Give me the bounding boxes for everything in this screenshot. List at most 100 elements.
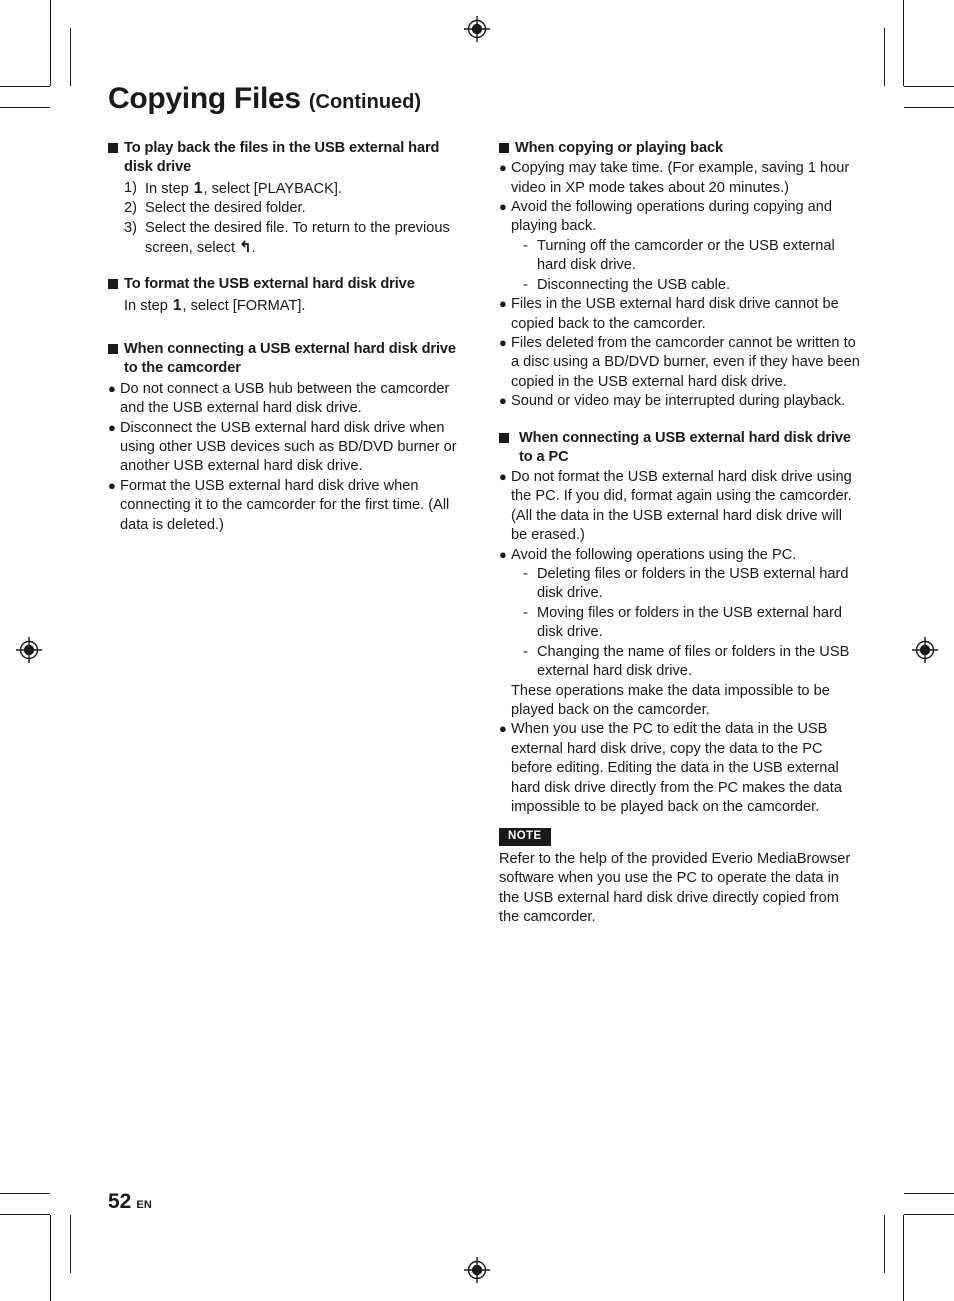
bullet-text: Avoid the following operations using the… <box>511 546 797 563</box>
crop-mark-top-left-outer <box>50 0 51 86</box>
square-bullet-icon <box>499 143 509 153</box>
crop-mark-top-left-inner <box>70 28 71 86</box>
bullet-text: Format the USB external hard disk drive … <box>120 477 450 533</box>
sub-item-text: Changing the name of files or folders in… <box>537 643 850 680</box>
bullet-text: Copying may take time. (For example, sav… <box>511 160 850 196</box>
dash-icon: - <box>523 643 528 660</box>
step-text-post: , select [PLAYBACK]. <box>203 180 342 197</box>
bullet-text: When you use the PC to edit the data in … <box>511 721 842 815</box>
dash-icon: - <box>523 237 528 254</box>
copying-sub-items: - Turning off the camcorder or the USB e… <box>511 237 860 295</box>
heading-text: To format the USB external hard disk dri… <box>124 276 415 293</box>
note-badge: NOTE <box>499 828 551 846</box>
bullet-dot-icon: ● <box>108 380 116 396</box>
square-bullet-icon <box>108 344 118 355</box>
registration-mark-left <box>16 637 42 663</box>
note-block: NOTE Refer to the help of the provided E… <box>499 826 860 927</box>
step-text: Select the desired folder. <box>145 200 306 217</box>
step-number: 3) <box>124 219 137 236</box>
format-instruction-pre: In step <box>124 297 172 314</box>
bullet-text: Do not format the USB external hard disk… <box>511 469 852 544</box>
step-text-pre: Select the desired file. To return to th… <box>145 219 450 256</box>
language-code: EN <box>136 1199 153 1211</box>
sub-item-text: Deleting files or folders in the USB ext… <box>537 566 849 602</box>
registration-mark-top <box>464 16 490 42</box>
step-text-post: . <box>251 239 256 256</box>
sub-item-text: Moving files or folders in the USB exter… <box>537 604 842 641</box>
crop-mark-bottom-right-outer <box>903 1215 904 1301</box>
list-item: - Moving files or folders in the USB ext… <box>523 604 860 643</box>
sub-item-text: Turning off the camcorder or the USB ext… <box>537 237 835 274</box>
list-item: - Deleting files or folders in the USB e… <box>523 565 860 604</box>
list-item: 2) Select the desired folder. <box>124 199 469 218</box>
right-column: When copying or playing back ● Copying m… <box>499 139 860 928</box>
list-item: ● Copying may take time. (For example, s… <box>499 159 860 198</box>
heading-text: When connecting a USB external hard disk… <box>519 429 851 465</box>
bullet-dot-icon: ● <box>499 546 507 562</box>
bullet-text: Avoid the following operations during co… <box>511 199 833 235</box>
crop-mark-top-right-outer-h <box>904 86 954 87</box>
list-item: 1) In step 1, select [PLAYBACK]. <box>124 179 469 200</box>
note-text: Refer to the help of the provided Everio… <box>499 850 851 926</box>
square-bullet-icon <box>499 432 509 443</box>
heading-copying-playing-back: When copying or playing back <box>499 139 860 158</box>
heading-text: When copying or playing back <box>515 140 724 156</box>
step-number: 2) <box>124 200 137 217</box>
dash-icon: - <box>523 276 528 293</box>
bullet-text: Do not connect a USB hub between the cam… <box>120 380 450 417</box>
pc-sub-items: - Deleting files or folders in the USB e… <box>511 565 860 681</box>
list-item: ● When you use the PC to edit the data i… <box>499 720 860 817</box>
bullet-dot-icon: ● <box>499 199 507 215</box>
list-item: ● Disconnect the USB external hard disk … <box>108 419 469 477</box>
heading-play-back-files: To play back the files in the USB extern… <box>108 139 469 178</box>
crop-mark-bottom-left-inner <box>70 1215 71 1273</box>
page-content: Copying Files (Continued) To play back t… <box>108 82 860 928</box>
format-instruction: In step 1, select [FORMAT]. <box>108 296 469 317</box>
crop-mark-top-left-outer-h <box>0 86 50 87</box>
list-item: ● Sound or video may be interrupted duri… <box>499 392 860 411</box>
bullet-text: Files deleted from the camcorder cannot … <box>511 334 860 390</box>
list-item: 3) Select the desired file. To return to… <box>124 219 469 259</box>
playback-steps-list: 1) In step 1, select [PLAYBACK]. 2) Sele… <box>108 179 469 259</box>
step-text: Select the desired file. To return to th… <box>145 219 469 259</box>
heading-text: When connecting a USB external hard disk… <box>124 341 456 377</box>
list-item: ● Files in the USB external hard disk dr… <box>499 295 860 334</box>
list-item: - Changing the name of files or folders … <box>523 643 860 682</box>
heading-text: To play back the files in the USB extern… <box>124 140 440 176</box>
list-item: - Disconnecting the USB cable. <box>523 276 860 295</box>
step-reference: 1 <box>193 179 203 197</box>
bullet-dot-icon: ● <box>499 469 507 485</box>
sub-item-text: Disconnecting the USB cable. <box>537 276 731 293</box>
list-item: ● Avoid the following operations using t… <box>499 546 860 721</box>
bullet-dot-icon: ● <box>499 721 507 737</box>
bullet-dot-icon: ● <box>499 334 507 350</box>
step-reference: 1 <box>172 296 182 314</box>
crop-mark-bottom-right-inner-h <box>904 1193 954 1194</box>
bullet-text-group: Avoid the following operations during co… <box>511 198 860 295</box>
copying-bullets: ● Copying may take time. (For example, s… <box>499 159 860 411</box>
list-item: ● Avoid the following operations during … <box>499 198 860 295</box>
two-column-body: To play back the files in the USB extern… <box>108 139 860 928</box>
step-text: In step 1, select [PLAYBACK]. <box>145 179 469 200</box>
square-bullet-icon <box>108 279 118 290</box>
registration-mark-bottom <box>464 1257 490 1283</box>
crop-mark-bottom-left-inner-h <box>0 1193 50 1194</box>
bullet-dot-icon: ● <box>108 477 116 493</box>
list-item: ● Format the USB external hard disk driv… <box>108 477 469 535</box>
heading-format-drive: To format the USB external hard disk dri… <box>108 275 469 294</box>
page-number: 52 <box>108 1190 132 1213</box>
bullet-dot-icon: ● <box>499 393 507 409</box>
crop-mark-top-right-inner <box>884 28 885 86</box>
dash-icon: - <box>523 604 528 621</box>
heading-connecting-to-pc: When connecting a USB external hard disk… <box>499 429 860 468</box>
bullet-text: Disconnect the USB external hard disk dr… <box>120 419 457 475</box>
pc-connection-bullets: ● Do not format the USB external hard di… <box>499 468 860 817</box>
page-title-continued: (Continued) <box>308 91 422 113</box>
bullet-text-group: Avoid the following operations using the… <box>511 546 860 721</box>
page-footer: 52 EN <box>108 1190 152 1214</box>
bullet-dot-icon: ● <box>499 160 507 176</box>
